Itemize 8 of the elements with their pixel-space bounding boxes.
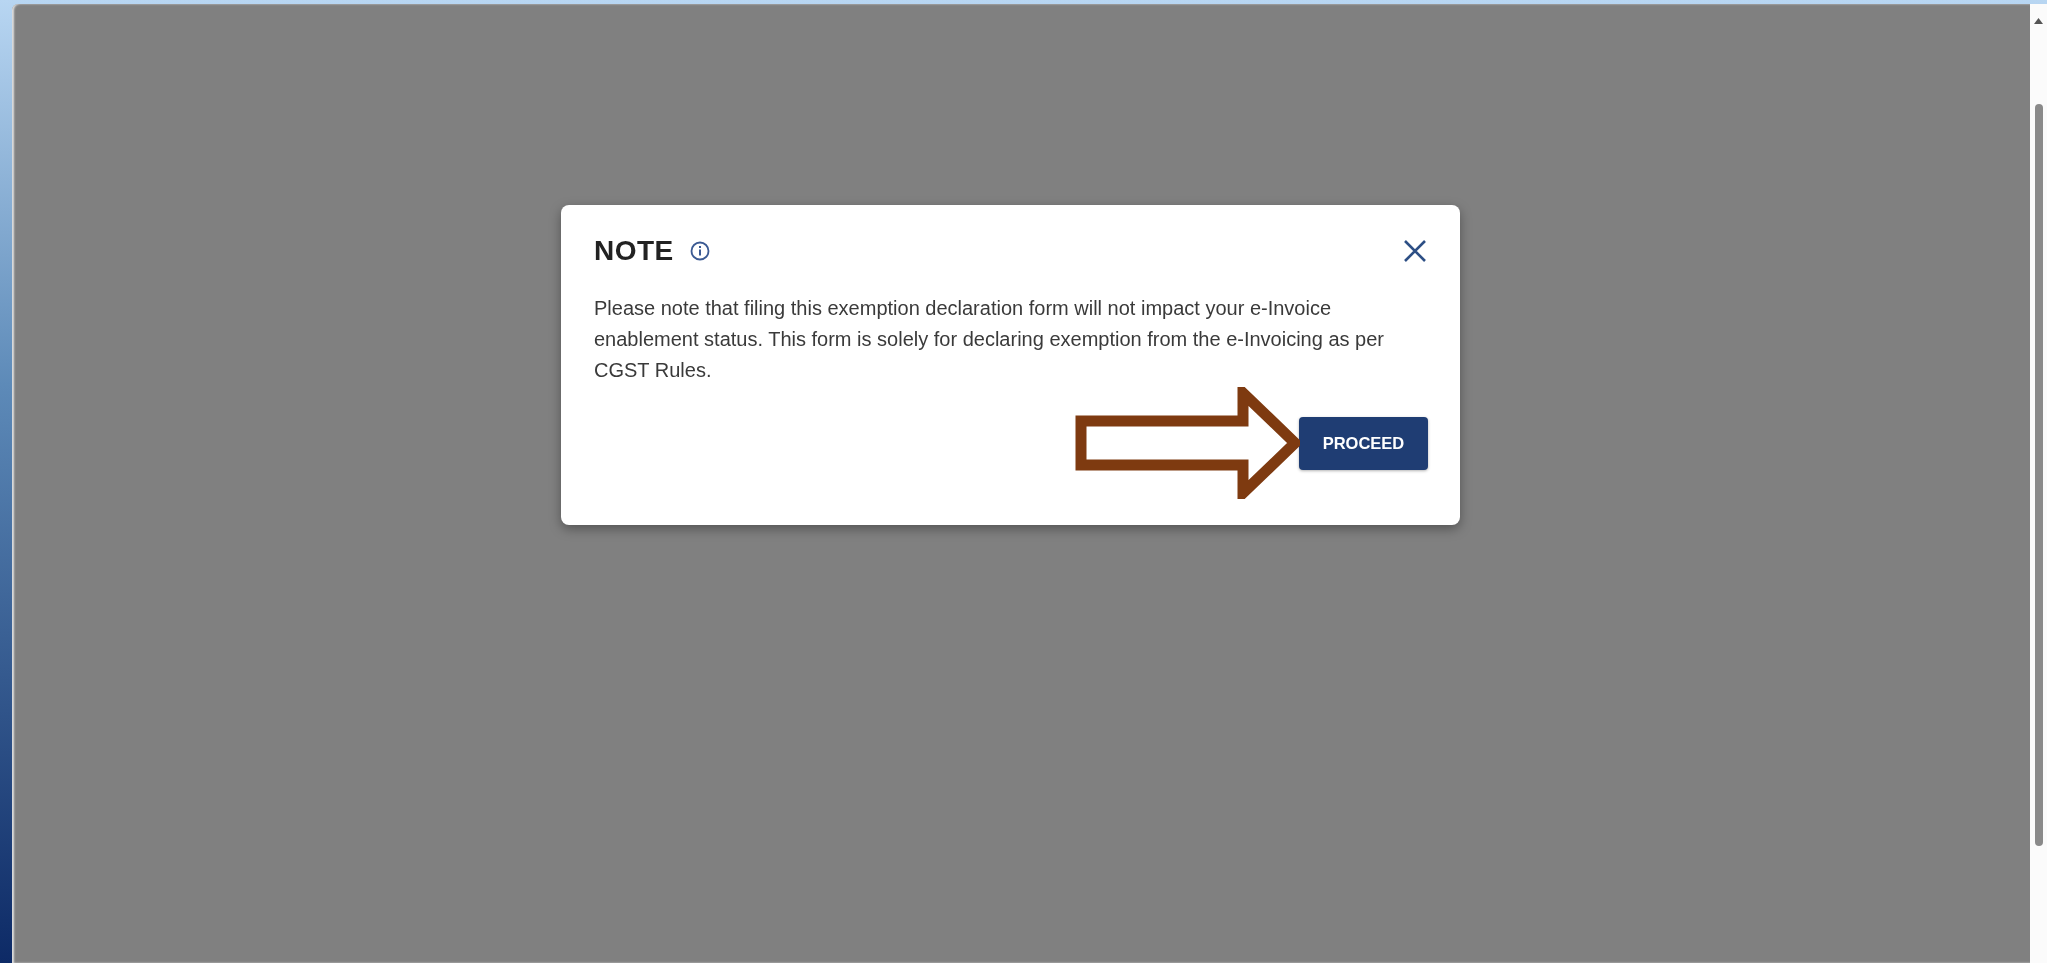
- close-button[interactable]: [1402, 238, 1428, 264]
- dialog-message: Please note that filing this exemption declaration form will not impact your e-Invoice enablement status. This form is solely for declaring exemption from the e-Invoicing as per CGST Rules.: [594, 296, 1385, 383]
- scrollbar-thumb[interactable]: [2035, 104, 2043, 846]
- close-icon: [1402, 238, 1428, 264]
- info-icon: [689, 241, 710, 261]
- dialog-title: NOTE: [594, 235, 674, 267]
- proceed-button[interactable]: PROCEED: [1299, 417, 1428, 470]
- scroll-up-icon[interactable]: [2034, 18, 2043, 24]
